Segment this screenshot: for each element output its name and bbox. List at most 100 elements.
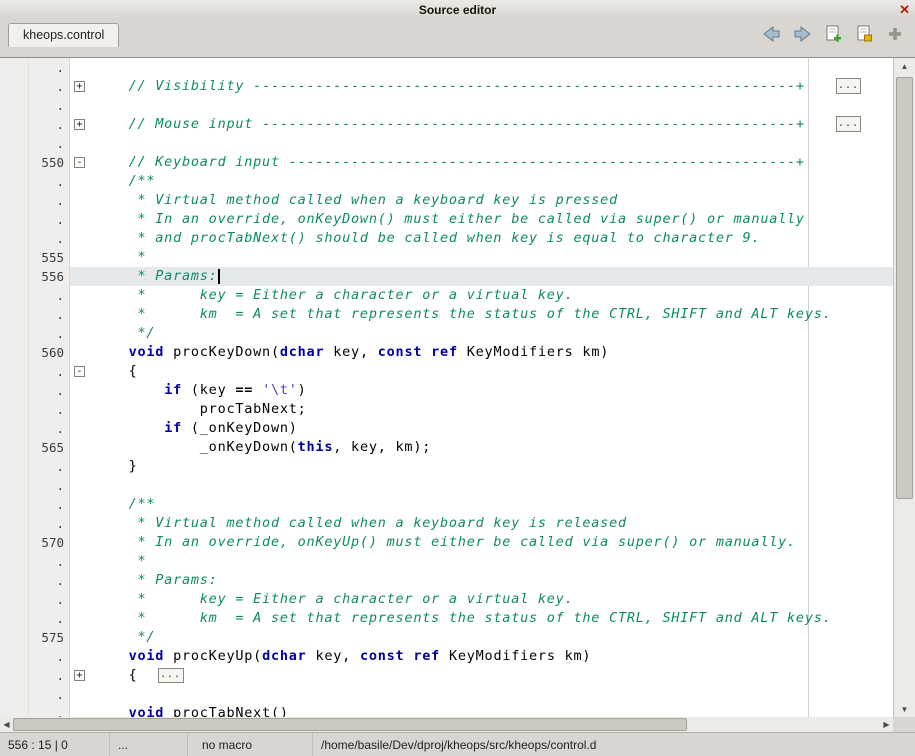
file-path-status: /home/basile/Dev/dproj/kheops/src/kheops… bbox=[313, 733, 915, 756]
fold-gutter bbox=[70, 305, 91, 324]
line-number: . bbox=[0, 362, 70, 381]
vertical-scrollbar-thumb[interactable] bbox=[896, 77, 913, 499]
scrollbar-corner bbox=[893, 717, 915, 732]
code-line[interactable]: . bbox=[0, 134, 893, 153]
code-text: * key = Either a character or a virtual … bbox=[91, 286, 893, 305]
fold-gutter bbox=[70, 609, 91, 628]
current-code-line[interactable]: 556 * Params: bbox=[0, 267, 893, 286]
line-number: . bbox=[0, 495, 70, 514]
scroll-down-icon[interactable]: ▼ bbox=[894, 702, 915, 717]
code-line[interactable]: 555 * bbox=[0, 248, 893, 267]
vertical-scrollbar[interactable]: ▲ ▼ bbox=[893, 57, 915, 717]
code-line[interactable]: . void procTabNext() bbox=[0, 704, 893, 717]
fold-gutter bbox=[70, 400, 91, 419]
tab-kheops-control[interactable]: kheops.control bbox=[8, 23, 119, 47]
fold-expand-icon[interactable]: + bbox=[74, 81, 85, 92]
save-document-button[interactable] bbox=[854, 25, 874, 43]
code-text: if (key == '\t') bbox=[91, 381, 893, 400]
folded-section-ellipsis[interactable]: ... bbox=[836, 116, 861, 132]
horizontal-scrollbar-thumb[interactable] bbox=[13, 718, 687, 731]
code-line[interactable]: . * km = A set that represents the statu… bbox=[0, 305, 893, 324]
fold-collapse-icon[interactable]: - bbox=[74, 366, 85, 377]
code-line[interactable]: . if (_onKeyDown) bbox=[0, 419, 893, 438]
code-line[interactable]: . * and procTabNext() should be called w… bbox=[0, 229, 893, 248]
code-line[interactable]: . * Virtual method called when a keyboar… bbox=[0, 191, 893, 210]
line-number: 550 bbox=[0, 153, 70, 172]
arrow-right-icon bbox=[793, 26, 812, 42]
code-text: * Params: bbox=[91, 571, 893, 590]
code-text: _onKeyDown(this, key, km); bbox=[91, 438, 893, 457]
fold-expand-icon[interactable]: + bbox=[74, 119, 85, 130]
code-line[interactable]: . if (key == '\t') bbox=[0, 381, 893, 400]
code-line[interactable]: . * key = Either a character or a virtua… bbox=[0, 286, 893, 305]
detach-button[interactable] bbox=[885, 25, 905, 43]
code-line[interactable]: . } bbox=[0, 457, 893, 476]
plus-cross-icon bbox=[887, 26, 903, 42]
code-line[interactable]: . bbox=[0, 58, 893, 77]
line-number: . bbox=[0, 647, 70, 666]
line-number: . bbox=[0, 419, 70, 438]
line-number: . bbox=[0, 305, 70, 324]
fold-gutter bbox=[70, 343, 91, 362]
code-text: {... bbox=[91, 666, 893, 685]
scroll-left-icon[interactable]: ◀ bbox=[0, 717, 13, 732]
code-line[interactable]: . /** bbox=[0, 495, 893, 514]
code-line[interactable]: . bbox=[0, 96, 893, 115]
code-text: void procKeyUp(dchar key, const ref KeyM… bbox=[91, 647, 893, 666]
code-line[interactable]: . */ bbox=[0, 324, 893, 343]
code-line[interactable]: 570 * In an override, onKeyUp() must eit… bbox=[0, 533, 893, 552]
line-number: 575 bbox=[0, 628, 70, 647]
code-line[interactable]: 550- // Keyboard input -----------------… bbox=[0, 153, 893, 172]
horizontal-scrollbar[interactable]: ◀ ▶ bbox=[0, 717, 893, 732]
code-text: procTabNext; bbox=[91, 400, 893, 419]
code-line[interactable]: . * km = A set that represents the statu… bbox=[0, 609, 893, 628]
code-text: * In an override, onKeyUp() must either … bbox=[91, 533, 893, 552]
status-bar: 556 : 15 | 0 ... no macro /home/basile/D… bbox=[0, 732, 915, 756]
line-number: . bbox=[0, 704, 70, 717]
code-line[interactable]: . * Virtual method called when a keyboar… bbox=[0, 514, 893, 533]
status-ellipsis: ... bbox=[110, 733, 188, 756]
code-line[interactable]: . * bbox=[0, 552, 893, 571]
nav-back-button[interactable] bbox=[761, 25, 781, 43]
fold-gutter bbox=[70, 419, 91, 438]
fold-gutter bbox=[70, 571, 91, 590]
add-document-button[interactable] bbox=[823, 25, 843, 43]
code-line[interactable]: 565 _onKeyDown(this, key, km); bbox=[0, 438, 893, 457]
editor-toolbar bbox=[761, 25, 915, 43]
code-line[interactable]: .+ // Visibility -----------------------… bbox=[0, 77, 893, 96]
nav-forward-button[interactable] bbox=[792, 25, 812, 43]
scroll-right-icon[interactable]: ▶ bbox=[880, 717, 893, 732]
code-text bbox=[91, 685, 893, 704]
folded-section-ellipsis[interactable]: ... bbox=[836, 78, 861, 94]
code-line[interactable]: . bbox=[0, 476, 893, 495]
line-number: . bbox=[0, 324, 70, 343]
fold-gutter bbox=[70, 514, 91, 533]
code-text: { bbox=[91, 362, 893, 381]
fold-gutter bbox=[70, 552, 91, 571]
code-line[interactable]: .- { bbox=[0, 362, 893, 381]
code-line[interactable]: . /** bbox=[0, 172, 893, 191]
fold-gutter bbox=[70, 685, 91, 704]
code-line[interactable]: . * Params: bbox=[0, 571, 893, 590]
fold-collapse-icon[interactable]: - bbox=[74, 157, 85, 168]
code-line[interactable]: . * In an override, onKeyDown() must eit… bbox=[0, 210, 893, 229]
code-line[interactable]: . procTabNext; bbox=[0, 400, 893, 419]
code-line[interactable]: . void procKeyUp(dchar key, const ref Ke… bbox=[0, 647, 893, 666]
code-line[interactable]: 575 */ bbox=[0, 628, 893, 647]
fold-gutter bbox=[70, 248, 91, 267]
code-line[interactable]: . bbox=[0, 685, 893, 704]
fold-gutter bbox=[70, 495, 91, 514]
code-editor[interactable]: ..+ // Visibility ----------------------… bbox=[0, 57, 893, 717]
scroll-up-icon[interactable]: ▲ bbox=[894, 59, 915, 74]
close-icon[interactable]: ✕ bbox=[899, 1, 910, 19]
line-number: 560 bbox=[0, 343, 70, 362]
code-line[interactable]: .+ // Mouse input ----------------------… bbox=[0, 115, 893, 134]
code-text: */ bbox=[91, 628, 893, 647]
fold-expand-icon[interactable]: + bbox=[74, 670, 85, 681]
code-line[interactable]: .+ {... bbox=[0, 666, 893, 685]
code-line[interactable]: . * key = Either a character or a virtua… bbox=[0, 590, 893, 609]
title-bar: Source editor ✕ bbox=[0, 0, 915, 20]
code-text: /** bbox=[91, 172, 893, 191]
code-line[interactable]: 560 void procKeyDown(dchar key, const re… bbox=[0, 343, 893, 362]
folded-code-ellipsis[interactable]: ... bbox=[158, 668, 184, 683]
